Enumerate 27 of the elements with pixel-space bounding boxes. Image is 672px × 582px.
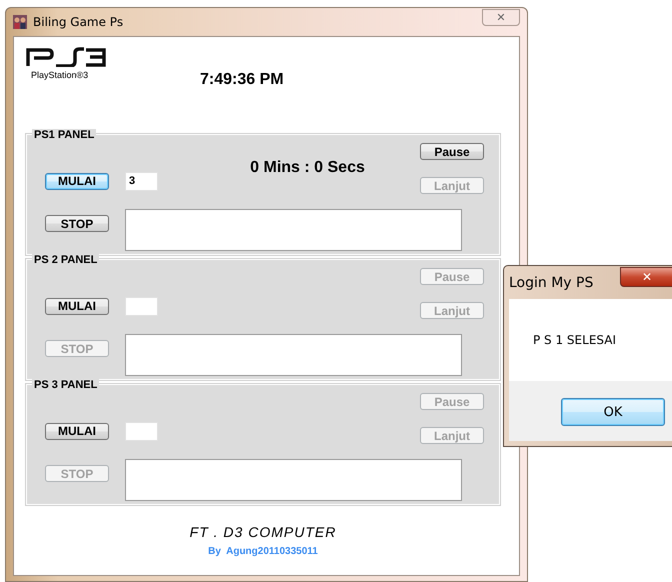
ps3-logo-icon <box>26 47 108 67</box>
start-button[interactable]: MULAI <box>45 298 109 314</box>
stop-button[interactable]: STOP <box>45 215 109 232</box>
app-icon <box>13 15 27 29</box>
panel-title: PS1 PANEL <box>32 129 96 141</box>
panel-title: PS 3 PANEL <box>32 379 100 391</box>
logo-caption: PlayStation®3 <box>31 70 90 80</box>
duration-field[interactable]: 3 <box>125 172 158 190</box>
dialog-message: P S 1 SELESAI <box>533 333 616 347</box>
close-button[interactable]: ✕ <box>620 266 672 286</box>
text-area[interactable] <box>125 209 462 251</box>
panel-title: PS 2 PANEL <box>32 254 100 266</box>
start-button[interactable]: MULAI <box>45 172 109 190</box>
footer-title: FT . D3 COMPUTER <box>188 524 338 540</box>
text-area[interactable] <box>125 459 462 501</box>
credit-text: By Agung20110335011 <box>208 546 318 557</box>
duration-field[interactable] <box>125 422 158 440</box>
dialog-title: Login My PS <box>509 274 594 290</box>
pause-button[interactable]: Pause <box>420 143 484 160</box>
close-button[interactable]: ✕ <box>482 8 520 26</box>
ok-button[interactable]: OK <box>561 398 665 426</box>
clock-text: 7:49:36 PM <box>200 71 284 90</box>
timer-text: 0 Mins : 0 Secs <box>250 159 365 176</box>
duration-field[interactable] <box>125 296 158 316</box>
window-title: Biling Game Ps <box>33 15 124 29</box>
text-area[interactable] <box>125 334 462 376</box>
start-button[interactable]: MULAI <box>45 422 109 440</box>
